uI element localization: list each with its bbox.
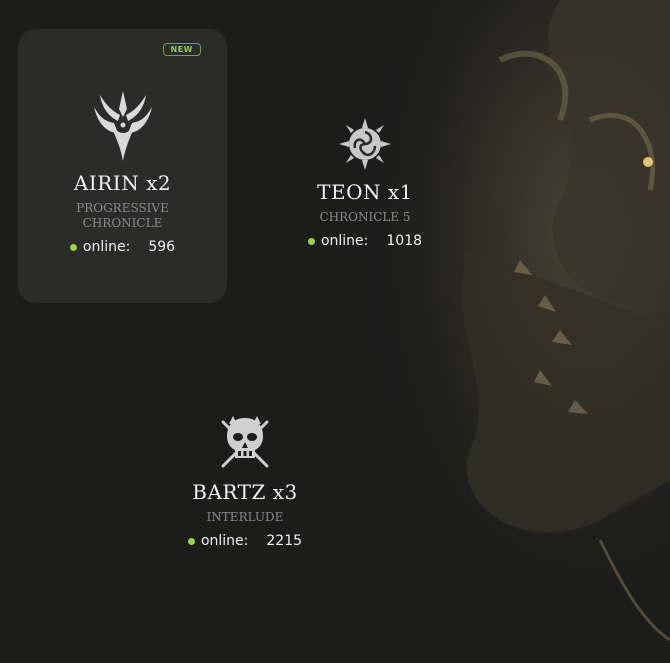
online-count: 1018 [386,233,423,249]
triskelion-sun-icon [339,118,391,170]
server-card-teon[interactable]: TEON x1 CHRONICLE 5 online: 1018 [300,116,430,249]
server-chronicle: CHRONICLE 5 [319,210,411,224]
server-card-bartz[interactable]: BARTZ x3 INTERLUDE online: 2215 [180,412,310,549]
new-badge: NEW [162,43,201,56]
online-dot-icon [307,237,315,245]
server-card-airin[interactable]: NEW AIRIN x2 PROGRESSIVE CHRONICLE onlin… [18,29,227,303]
online-label: online: [200,533,249,549]
server-name: AIRIN x2 [73,171,172,195]
online-count: 596 [148,239,176,255]
server-chronicle: PROGRESSIVE CHRONICLE [76,201,169,230]
winged-crest-icon [93,91,152,161]
skull-crossed-swords-icon [221,416,269,468]
server-chronicle: INTERLUDE [206,510,284,524]
online-label: online: [320,233,369,249]
online-status: online: 2215 [180,533,310,549]
online-dot-icon [187,537,195,545]
online-dot-icon [69,243,77,251]
server-name: TEON x1 [317,180,413,204]
online-label: online: [82,239,131,255]
online-status: online: 596 [18,239,227,255]
online-count: 2215 [266,533,303,549]
server-name: BARTZ x3 [192,480,298,504]
online-status: online: 1018 [300,233,430,249]
